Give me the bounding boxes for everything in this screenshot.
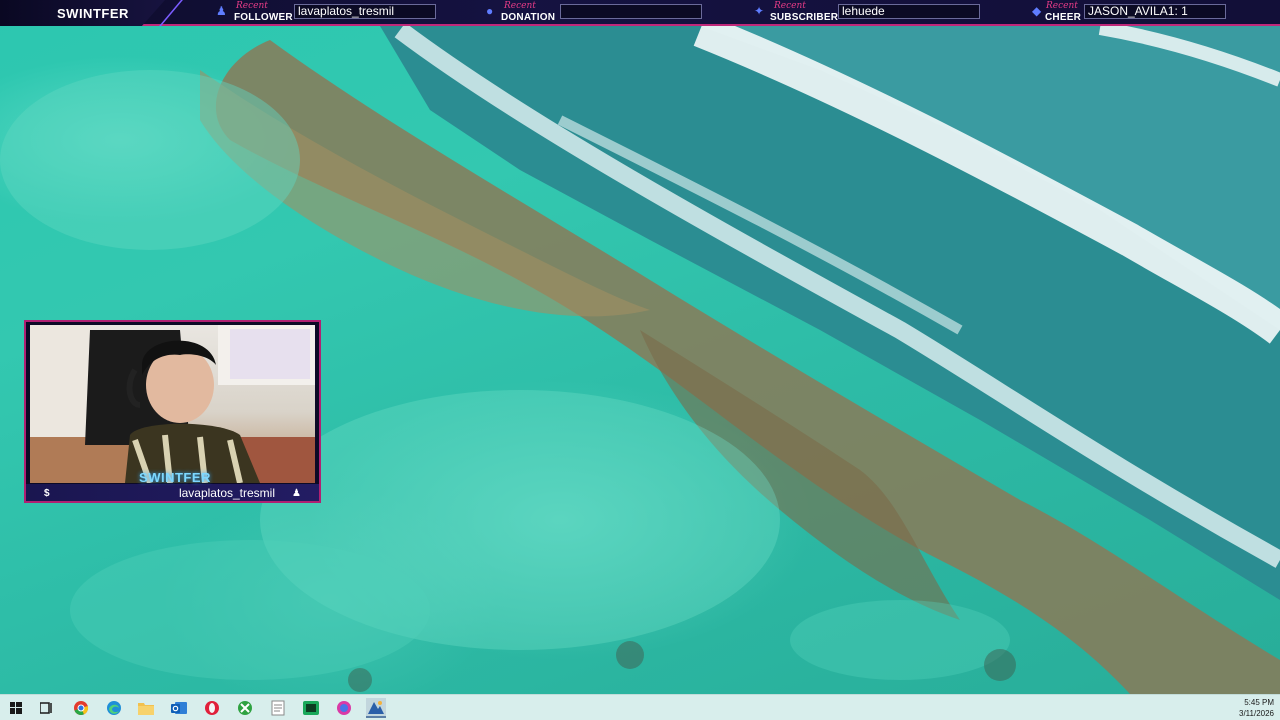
recent-tag: Recent: [1046, 1, 1078, 11]
brand-title: SWINTFER: [57, 6, 129, 21]
chrome-icon[interactable]: [71, 698, 91, 718]
person-icon: ♟: [216, 4, 227, 18]
recent-donation: ● Recent DONATION: [486, 0, 706, 24]
edge-icon[interactable]: [104, 698, 124, 718]
recent-tag: Recent: [236, 1, 268, 11]
windows-start-icon[interactable]: [6, 698, 26, 718]
stream-top-bar: SWINTFER ♟ Recent FOLLOWER lavaplatos_tr…: [0, 0, 1280, 26]
file-explorer-icon[interactable]: [136, 698, 156, 718]
star-icon: ✦: [754, 4, 765, 18]
taskbar: 5:45 PM 3/11/2026: [0, 694, 1280, 720]
dollar-icon: $: [44, 488, 50, 499]
opera-icon[interactable]: [202, 698, 222, 718]
follower-label: FOLLOWER: [234, 12, 293, 23]
subscriber-label: SUBSCRIBER: [770, 12, 839, 23]
recent-tag: Recent: [504, 1, 536, 11]
user-icon: ♟: [292, 488, 301, 499]
follower-value: lavaplatos_tresmil: [294, 4, 436, 19]
cheer-value: JASON_AVILA1: 1: [1084, 4, 1226, 19]
webcam-username: lavaplatos_tresmil: [178, 486, 275, 500]
webcam-streamer-name: SWINTFER: [139, 470, 211, 485]
donation-value: [560, 4, 702, 19]
clock-time: 5:45 PM: [1244, 698, 1274, 707]
terminal-icon[interactable]: [301, 698, 321, 718]
app-red-icon[interactable]: [334, 698, 354, 718]
task-view-icon[interactable]: [37, 698, 57, 718]
recent-tag: Recent: [774, 1, 806, 11]
system-clock[interactable]: 5:45 PM 3/11/2026: [1239, 697, 1274, 719]
outlook-icon[interactable]: [169, 698, 189, 718]
recent-subscriber: ✦ Recent SUBSCRIBER lehuede: [754, 0, 984, 24]
active-app-icon[interactable]: [366, 698, 386, 718]
webcam-bar: $ lavaplatos_tresmil ♟: [26, 484, 319, 501]
recent-follower: ♟ Recent FOLLOWER lavaplatos_tresmil: [216, 0, 441, 24]
cheer-label: CHEER: [1045, 12, 1082, 23]
xbox-icon[interactable]: [235, 698, 255, 718]
webcam-video: [30, 325, 315, 483]
donation-label: DONATION: [501, 12, 556, 23]
file-icon[interactable]: [268, 698, 288, 718]
recent-cheer: ◆ Recent CHEER JASON_AVILA1: 1: [1032, 0, 1232, 24]
donation-icon: ●: [486, 4, 494, 18]
clock-date: 3/11/2026: [1239, 709, 1274, 718]
diamond-icon: ◆: [1032, 4, 1042, 18]
subscriber-value: lehuede: [838, 4, 980, 19]
